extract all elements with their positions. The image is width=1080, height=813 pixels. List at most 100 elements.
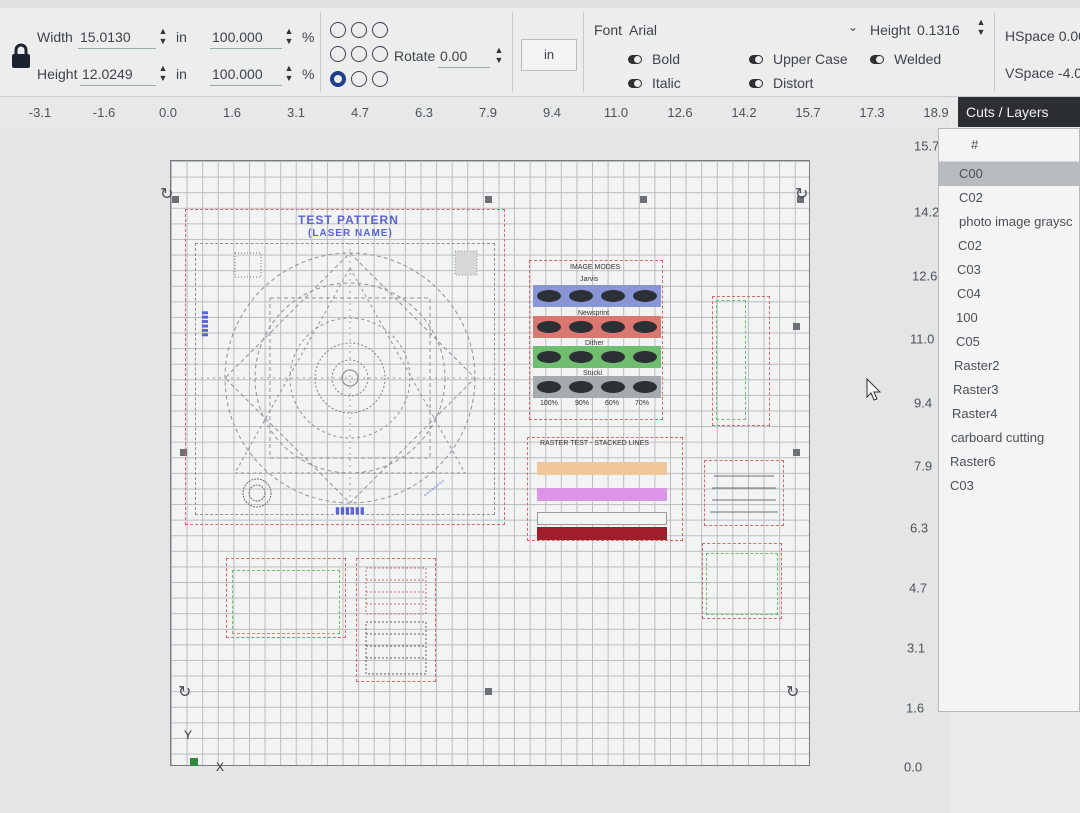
width-input[interactable]: 15.0130 bbox=[78, 26, 156, 49]
anchor-bottom-center[interactable] bbox=[351, 71, 367, 87]
vspace-field[interactable]: VSpace -4.0 bbox=[1005, 65, 1080, 81]
layer-row[interactable]: 100 bbox=[939, 306, 1079, 330]
hspace-field[interactable]: HSpace 0.00 bbox=[1005, 28, 1080, 44]
distort-label: Distort bbox=[773, 75, 814, 91]
selection-handle[interactable] bbox=[485, 196, 492, 203]
x-axis-label: X bbox=[216, 760, 225, 774]
lock-icon[interactable] bbox=[10, 42, 32, 70]
ruler-y-tick: 12.6 bbox=[912, 268, 938, 284]
unit-toggle-button[interactable]: in bbox=[521, 39, 577, 71]
test-pattern-graphic: ◦◦◦◦◦◦◦◦ ▮▮▮▮▮▮ ▮▮▮▮▮▮ bbox=[195, 243, 495, 515]
main-toolbar-strip bbox=[0, 0, 1080, 8]
layer-row[interactable]: Raster2 bbox=[939, 354, 1079, 378]
selection-handle[interactable] bbox=[640, 196, 647, 203]
italic-toggle[interactable]: Italic bbox=[628, 75, 681, 93]
layers-panel-title[interactable]: Cuts / Layers bbox=[958, 97, 1080, 127]
height-percent-input[interactable]: 100.000 bbox=[210, 63, 282, 86]
layer-row[interactable]: carboard cutting bbox=[939, 426, 1079, 450]
anchor-top-right[interactable] bbox=[372, 22, 388, 38]
font-select[interactable]: Arial bbox=[629, 22, 657, 38]
image-mode-label: Jarvis bbox=[580, 276, 599, 283]
layer-row[interactable]: Raster3 bbox=[939, 378, 1079, 402]
rotate-handle-icon[interactable]: ↻ bbox=[160, 184, 173, 204]
welded-label: Welded bbox=[894, 51, 942, 67]
test-pattern-title: TEST PATTERN bbox=[298, 213, 399, 227]
anchor-top-center[interactable] bbox=[351, 22, 367, 38]
toolbar-separator bbox=[512, 12, 513, 92]
mouse-pointer-icon bbox=[866, 377, 882, 402]
text-height-spinner[interactable]: ▲ ▼ bbox=[976, 17, 986, 39]
height-spinner[interactable]: ▲ ▼ bbox=[158, 63, 168, 85]
ruler-x-tick: 3.1 bbox=[286, 105, 306, 120]
selection-handle[interactable] bbox=[485, 688, 492, 695]
upper-case-toggle[interactable]: Upper Case bbox=[749, 51, 848, 69]
green-table-left bbox=[232, 570, 340, 634]
layers-list[interactable]: # C00 C02 photo image graysc C02 C03 C04… bbox=[938, 128, 1080, 712]
rotate-label: Rotate bbox=[394, 48, 436, 64]
layer-row[interactable]: C00 bbox=[939, 162, 1079, 186]
selection-handle[interactable] bbox=[793, 449, 800, 456]
anchor-top-left[interactable] bbox=[330, 22, 346, 38]
layer-row[interactable]: Raster4 bbox=[939, 402, 1079, 426]
rotate-handle-icon[interactable]: ↻ bbox=[786, 682, 799, 702]
welded-toggle[interactable]: Welded bbox=[870, 51, 941, 69]
green-table-right bbox=[706, 553, 778, 615]
layer-row[interactable]: C03 bbox=[939, 258, 1079, 282]
layer-row[interactable]: Raster6 bbox=[939, 450, 1079, 474]
anchor-bottom-right[interactable] bbox=[372, 71, 388, 87]
ruler-x-tick: 9.4 bbox=[542, 105, 562, 120]
rotate-spinner[interactable]: ▲ ▼ bbox=[494, 45, 504, 67]
rotate-input[interactable]: 0.00 bbox=[438, 45, 490, 68]
raster-band-pink bbox=[537, 488, 667, 501]
ruler-x-tick: 12.6 bbox=[667, 105, 693, 120]
ruler-x-tick: 18.9 bbox=[923, 105, 949, 120]
height-input[interactable]: 12.0249 bbox=[80, 63, 156, 86]
ruler-x-tick: 1.6 bbox=[222, 105, 242, 120]
height-percent-sign: % bbox=[302, 66, 315, 82]
height-label: Height bbox=[37, 66, 78, 82]
ruler-y-tick: 3.1 bbox=[907, 640, 926, 656]
height-percent-spinner[interactable]: ▲ ▼ bbox=[284, 63, 294, 85]
ruler-x-tick: 0.0 bbox=[158, 105, 178, 120]
layer-row[interactable]: C05 bbox=[939, 330, 1079, 354]
grid-test-graphic bbox=[360, 566, 432, 678]
rotate-handle-icon[interactable]: ↻ bbox=[178, 682, 191, 702]
layer-row[interactable]: photo image graysc bbox=[939, 210, 1079, 234]
width-percent-spinner[interactable]: ▲ ▼ bbox=[284, 26, 294, 48]
anchor-middle-right[interactable] bbox=[372, 46, 388, 62]
svg-text:◦◦◦◦◦◦◦◦: ◦◦◦◦◦◦◦◦ bbox=[421, 476, 447, 500]
raster-band-red bbox=[537, 527, 667, 540]
width-label: Width bbox=[37, 29, 73, 45]
anchor-center[interactable] bbox=[351, 46, 367, 62]
ruler-x-tick: 14.2 bbox=[731, 105, 757, 120]
layer-row[interactable]: C02 bbox=[939, 186, 1079, 210]
bold-label: Bold bbox=[652, 51, 681, 67]
upper-case-label: Upper Case bbox=[773, 51, 848, 67]
ruler-x-tick: -1.6 bbox=[92, 105, 116, 120]
anchor-bottom-left[interactable] bbox=[330, 71, 346, 87]
distort-toggle[interactable]: Distort bbox=[749, 75, 813, 93]
text-height-input[interactable]: 0.1316 bbox=[917, 22, 960, 38]
anchor-middle-left[interactable] bbox=[330, 46, 346, 62]
eye-photo-grid bbox=[533, 285, 661, 398]
power-label: 60% bbox=[605, 400, 620, 407]
layers-column-header: # bbox=[939, 129, 1079, 162]
layer-row[interactable]: C04 bbox=[939, 282, 1079, 306]
italic-label: Italic bbox=[652, 75, 681, 91]
ruler-y-tick: 14.2 bbox=[914, 204, 940, 220]
y-axis-label: Y bbox=[184, 728, 193, 742]
svg-text:▮▮▮▮▮▮: ▮▮▮▮▮▮ bbox=[200, 311, 209, 337]
width-percent-input[interactable]: 100.000 bbox=[210, 26, 282, 49]
ruler-x-tick: 11.0 bbox=[603, 105, 629, 120]
bold-toggle[interactable]: Bold bbox=[628, 51, 680, 69]
layer-row[interactable]: C02 bbox=[939, 234, 1079, 258]
selection-handle[interactable] bbox=[793, 323, 800, 330]
ruler-x-tick: 7.9 bbox=[478, 105, 498, 120]
layer-row[interactable]: C03 bbox=[939, 474, 1079, 498]
text-height-label: Height bbox=[870, 22, 911, 38]
toolbar-separator bbox=[583, 12, 584, 92]
ruler-x-tick: 6.3 bbox=[414, 105, 434, 120]
chevron-down-icon[interactable]: ⌄ bbox=[848, 20, 858, 34]
width-spinner[interactable]: ▲ ▼ bbox=[158, 26, 168, 48]
rotate-handle-icon[interactable]: ↻ bbox=[795, 184, 808, 204]
